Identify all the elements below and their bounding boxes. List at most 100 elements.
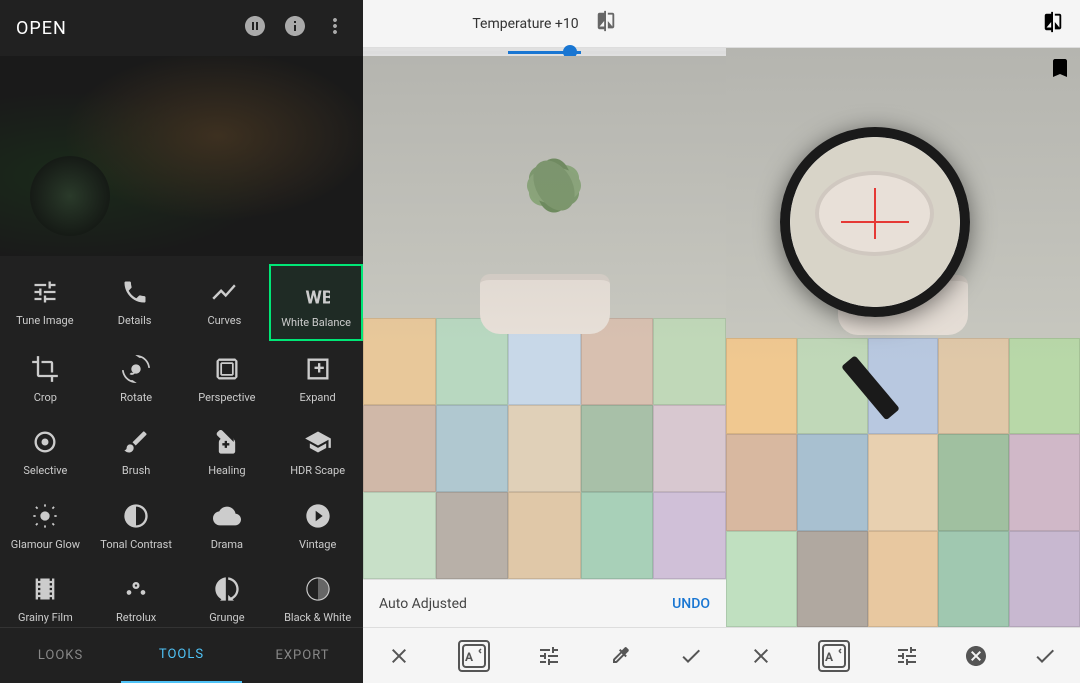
cancel-button[interactable] [387, 644, 411, 668]
perspective-label: Perspective [198, 391, 255, 404]
tool-details[interactable]: Details [90, 264, 180, 337]
right-action-bar: A [726, 627, 1080, 683]
bw-label: Black & White [284, 611, 351, 624]
tool-grainy-film[interactable]: Grainy Film [0, 561, 91, 627]
middle-image-area [363, 56, 726, 579]
vintage-label: Vintage [299, 538, 336, 551]
right-panel: A [726, 0, 1080, 683]
right-close-button[interactable] [964, 644, 988, 668]
right-adjust-button[interactable] [895, 644, 919, 668]
confirm-button[interactable] [679, 644, 703, 668]
healing-icon [209, 424, 245, 460]
magnifier-circle[interactable] [780, 127, 970, 317]
menu-icon[interactable] [243, 14, 267, 43]
wb-icon: WB [298, 276, 334, 312]
details-icon [117, 274, 153, 310]
svg-text:WB: WB [306, 286, 331, 308]
tab-export[interactable]: EXPORT [242, 628, 363, 683]
tool-hdr-scape[interactable]: HDR Scape [272, 414, 363, 487]
expand-label: Expand [300, 391, 336, 404]
drama-icon [209, 498, 245, 534]
tune-label: Tune Image [16, 314, 73, 327]
tool-retrolux[interactable]: Retrolux [91, 561, 182, 627]
bw-icon [300, 571, 336, 607]
retrolux-icon [118, 571, 154, 607]
tool-black-white[interactable]: Black & White [272, 561, 363, 627]
tune-icon [27, 274, 63, 310]
hdr-icon [300, 424, 336, 460]
tool-brush[interactable]: Brush [91, 414, 182, 487]
left-panel: OPEN Tune Image [0, 0, 363, 683]
right-compare-button[interactable] [1042, 11, 1064, 37]
tab-tools[interactable]: TOOLS [121, 628, 242, 683]
bottom-tabs: LOOKS TOOLS EXPORT [0, 627, 363, 683]
grainy-label: Grainy Film [18, 611, 73, 624]
brush-label: Brush [122, 464, 150, 477]
drama-label: Drama [211, 538, 243, 551]
tool-tonal-contrast[interactable]: Tonal Contrast [91, 488, 182, 561]
perspective-icon [209, 351, 245, 387]
right-top-bar [726, 0, 1080, 48]
right-auto-button[interactable]: A [818, 640, 850, 672]
adjust-button[interactable] [537, 644, 561, 668]
glamour-label: Glamour Glow [11, 538, 80, 551]
tools-row-4: Glamour Glow Tonal Contrast Drama Vintag… [0, 488, 363, 561]
brush-icon [118, 424, 154, 460]
tool-tune-image[interactable]: Tune Image [0, 264, 90, 337]
right-confirm-button[interactable] [1033, 644, 1057, 668]
tool-vintage[interactable]: Vintage [272, 488, 363, 561]
hdr-label: HDR Scape [290, 464, 345, 477]
tool-perspective[interactable]: Perspective [182, 341, 273, 414]
grunge-label: Grunge [209, 611, 244, 624]
tool-healing[interactable]: Healing [182, 414, 273, 487]
tools-row-1: Tune Image Details Curves WB [0, 264, 363, 341]
details-label: Details [118, 314, 152, 327]
compare-button[interactable] [595, 10, 617, 37]
right-image-area [726, 48, 1080, 627]
temperature-label: Temperature +10 [472, 16, 578, 32]
crop-icon [27, 351, 63, 387]
image-preview [0, 56, 363, 256]
tool-expand[interactable]: Expand [272, 341, 363, 414]
svg-text:A: A [825, 650, 834, 664]
healing-label: Healing [208, 464, 245, 477]
tools-row-2: Crop Rotate Perspective Expand [0, 341, 363, 414]
tool-grunge[interactable]: Grunge [182, 561, 273, 627]
middle-panel: Temperature +10 [363, 0, 726, 683]
right-cancel-button[interactable] [749, 644, 773, 668]
auto-adjusted-bar: Auto Adjusted UNDO [363, 579, 726, 627]
svg-text:A: A [465, 650, 474, 664]
tool-rotate[interactable]: Rotate [91, 341, 182, 414]
glamour-icon [27, 498, 63, 534]
selective-label: Selective [23, 464, 67, 477]
info-icon[interactable] [283, 14, 307, 43]
tool-selective[interactable]: Selective [0, 414, 91, 487]
expand-icon [300, 351, 336, 387]
auto-button[interactable]: A [458, 640, 490, 672]
bookmark-button[interactable] [1048, 56, 1072, 84]
tool-crop[interactable]: Crop [0, 341, 91, 414]
auto-adjusted-text: Auto Adjusted [379, 596, 467, 612]
tool-curves[interactable]: Curves [180, 264, 270, 337]
middle-action-bar: A [363, 627, 726, 683]
crop-label: Crop [34, 391, 57, 404]
tonal-label: Tonal Contrast [100, 538, 172, 551]
middle-top-bar: Temperature +10 [363, 0, 726, 48]
rotate-icon [118, 351, 154, 387]
tab-looks[interactable]: LOOKS [0, 628, 121, 683]
undo-button[interactable]: UNDO [672, 596, 710, 612]
more-icon[interactable] [323, 14, 347, 43]
tool-white-balance[interactable]: WB White Balance [269, 264, 363, 341]
tool-glamour-glow[interactable]: Glamour Glow [0, 488, 91, 561]
curves-label: Curves [207, 314, 241, 327]
tonal-icon [118, 498, 154, 534]
selective-icon [27, 424, 63, 460]
eyedrop-button[interactable] [608, 644, 632, 668]
tool-drama[interactable]: Drama [182, 488, 273, 561]
temperature-slider-area[interactable] [363, 48, 726, 56]
rotate-label: Rotate [120, 391, 152, 404]
wb-label: White Balance [281, 316, 351, 329]
grainy-icon [27, 571, 63, 607]
left-header: OPEN [0, 0, 363, 56]
retrolux-label: Retrolux [116, 611, 156, 624]
